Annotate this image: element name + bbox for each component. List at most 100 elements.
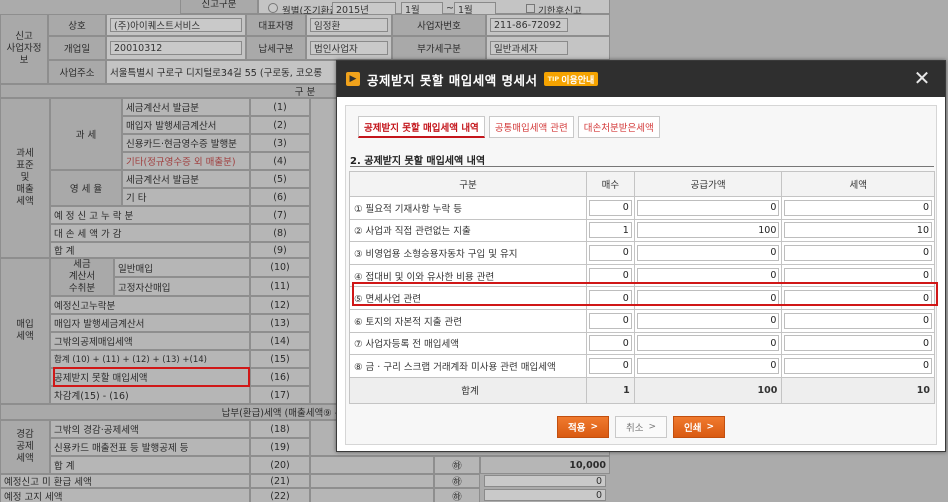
sales-row-2-label: 매입자 발행세금계산서: [122, 116, 250, 134]
tab-bar: 공제받지 못할 매입세액 내역 공통매입세액 관련 대손처분받은세액: [358, 116, 660, 138]
non-deductible-table: 구분 매수 공급가액 세액 ① 필요적 기재사항 누락 등 ② 사업과 직접 관…: [349, 171, 935, 404]
dialog-body: 공제받지 못할 매입세액 내역 공통매입세액 관련 대손처분받은세액 2. 공제…: [345, 105, 938, 445]
taxable-label: 과 세: [50, 98, 122, 170]
tab-non-deductible[interactable]: 공제받지 못할 매입세액 내역: [358, 116, 485, 138]
section-title: 2. 공제받지 못할 매입세액 내역: [350, 156, 486, 167]
sum3-value: 10,000: [480, 456, 610, 474]
sum3-amount-cell: [310, 456, 434, 474]
tax-input[interactable]: [784, 244, 932, 261]
tip-icon: TIP: [547, 75, 560, 83]
row-label: ① 필요적 기재사항 누락 등: [349, 196, 587, 220]
sales-no-3: (3): [250, 134, 310, 152]
other-deduct-label: 그밖의공제매입세액: [50, 332, 250, 350]
sales-no-2: (2): [250, 116, 310, 134]
other-reduce-label: 그밖의 경감·공제세액: [50, 420, 250, 438]
tax-input[interactable]: [784, 290, 932, 307]
table-row: ④ 접대비 및 이와 유사한 비용 관련: [349, 263, 935, 288]
row-label: ② 사업과 직접 관련없는 지출: [349, 218, 587, 243]
buyer-issued-label: 매입자 발행세금계산서: [50, 314, 250, 332]
row-label: ③ 비영업용 소형승용자동차 구입 및 유지: [349, 241, 587, 265]
sum1-label: 합 계: [50, 242, 250, 258]
bizno-input[interactable]: 211-86-72092: [490, 18, 568, 32]
tax-input[interactable]: [784, 312, 932, 329]
count-input[interactable]: [588, 312, 632, 329]
addr-label: 사업주소: [48, 60, 106, 84]
print-button[interactable]: 인쇄 >: [673, 416, 726, 438]
count-input[interactable]: [588, 335, 632, 352]
tax-section-label: 과세 표준 및 매출 세액: [0, 98, 50, 258]
fixed-asset-label: 고정자산매입: [114, 277, 250, 296]
tab-common-purchase[interactable]: 공통매입세액 관련: [488, 116, 574, 138]
supply-input[interactable]: [636, 267, 780, 284]
apply-button[interactable]: 적용 >: [556, 416, 609, 438]
tax-input[interactable]: [784, 267, 932, 284]
zero-rate-label: 영 세 율: [50, 170, 122, 206]
company-label: 상호: [48, 14, 106, 36]
apply-label: 적용: [567, 423, 586, 434]
supply-input[interactable]: [636, 199, 780, 216]
general-no: (10): [250, 258, 310, 277]
bad-debt-no: (8): [250, 224, 310, 242]
rep-input[interactable]: 임정환: [310, 18, 388, 32]
count-input[interactable]: [588, 244, 632, 261]
sales-row-3-label: 신용카드·현금영수증 발행분: [122, 134, 250, 152]
tax-input[interactable]: [784, 357, 932, 374]
payer-input[interactable]: 법인사업자: [310, 41, 388, 55]
sum3-label: 합 계: [50, 456, 250, 474]
tax-input[interactable]: [784, 199, 932, 216]
supply-input[interactable]: [636, 335, 780, 352]
close-icon[interactable]: ✕: [913, 68, 931, 88]
count-input[interactable]: [588, 199, 632, 216]
button-bar: 적용 > 취소 > 인쇄 >: [337, 416, 945, 438]
company-input[interactable]: (주)아이퀘스트서비스: [110, 18, 242, 32]
count-input[interactable]: [588, 267, 632, 284]
sum2-no: (15): [250, 350, 310, 368]
pre-refund-no: (21): [250, 474, 310, 488]
table-header: 구분 매수 공급가액 세액: [349, 171, 935, 197]
period-radio[interactable]: [268, 3, 278, 13]
total-tax: 10: [781, 376, 935, 404]
vat-label: 부가세구분: [392, 36, 486, 60]
chevron-right-icon: >: [648, 422, 657, 432]
diff-label: 차감계(15) - (16): [50, 386, 250, 404]
sales-no-1: (1): [250, 98, 310, 116]
row-label: ⑥ 토지의 자본적 지출 관련: [349, 308, 587, 333]
supply-input[interactable]: [636, 222, 780, 239]
count-input[interactable]: [588, 357, 632, 374]
count-input[interactable]: [588, 290, 632, 307]
diff-no: (17): [250, 386, 310, 404]
supply-input[interactable]: [636, 290, 780, 307]
supply-input[interactable]: [636, 357, 780, 374]
help-button[interactable]: TIP 이용안내: [543, 72, 599, 86]
supply-input[interactable]: [636, 244, 780, 261]
sales-no-5: (5): [250, 170, 310, 188]
fixed-no: (11): [250, 277, 310, 296]
tax-input[interactable]: [784, 335, 932, 352]
pre-notice-input[interactable]: 0: [484, 489, 606, 501]
after-deadline-checkbox[interactable]: [526, 4, 535, 13]
cancel-button[interactable]: 취소 >: [614, 416, 668, 438]
total-label: 합계: [349, 376, 587, 404]
tab-bad-debt[interactable]: 대손처분받은세액: [577, 116, 660, 138]
card-deduct-no: (19): [250, 438, 310, 456]
total-supply: 100: [633, 376, 783, 404]
table-row: ① 필요적 기재사항 누락 등: [349, 196, 935, 220]
tax-invoice-recv-label: 세금 계산서 수취분: [50, 258, 114, 296]
purchase-section-label: 매입 세액: [0, 258, 50, 404]
pre-refund-input[interactable]: 0: [484, 475, 606, 487]
sales-row-5-label: 세금계산서 발급분: [122, 170, 250, 188]
count-input[interactable]: [588, 222, 632, 239]
vat-input[interactable]: 일반과세자: [490, 41, 568, 55]
bad-debt-label: 대 손 세 액 가 감: [50, 224, 250, 242]
tax-input[interactable]: [784, 222, 932, 239]
buyer-issued-no: (13): [250, 314, 310, 332]
reporter-section-label: 신고 사업자정보: [0, 14, 48, 84]
help-label: 이용안내: [561, 75, 595, 86]
chevron-right-icon: >: [706, 422, 715, 432]
open-input[interactable]: 20010312: [110, 41, 242, 55]
header-supply: 공급가액: [633, 171, 783, 197]
print-label: 인쇄: [684, 423, 702, 434]
dialog-title: 공제받지 못할 매입세액 명세서: [367, 72, 538, 88]
supply-input[interactable]: [636, 312, 780, 329]
table-row: ③ 비영업용 소형승용자동차 구입 및 유지: [349, 241, 935, 265]
